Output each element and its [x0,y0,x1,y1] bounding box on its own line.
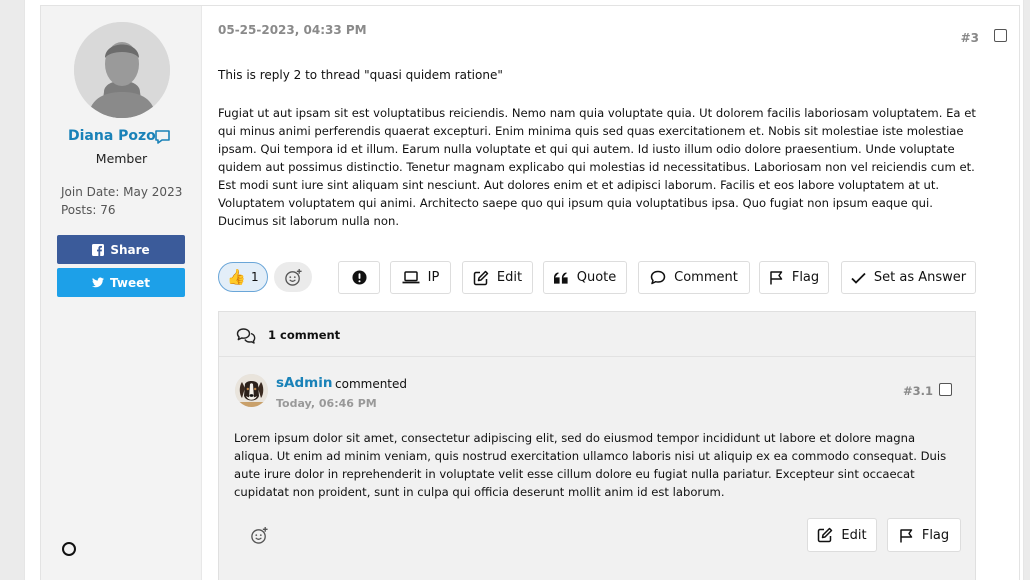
quote-button[interactable]: Quote [543,261,627,294]
author-name-link[interactable]: Diana Pozo [68,128,156,144]
author-role: Member [95,151,148,166]
comment-date: Today, 06:46 PM [276,397,377,410]
twitter-bird-icon [92,277,105,288]
share-label: Share [110,242,150,257]
author-avatar[interactable] [74,22,170,118]
laptop-icon [402,271,420,284]
check-icon [851,272,866,284]
add-reaction-button[interactable] [274,262,312,292]
facebook-icon [92,243,105,256]
ip-label: IP [427,270,440,285]
join-date: Join Date: May 2023 [61,185,183,199]
flag-icon [770,271,783,285]
chat-icon[interactable] [154,129,171,145]
post-count: Posts: 76 [61,203,116,217]
flag-icon [900,528,913,542]
edit-label: Edit [496,270,523,285]
quote-label: Quote [576,270,617,285]
set-as-answer-label: Set as Answer [873,270,967,285]
comment-select-checkbox[interactable] [939,383,952,396]
comments-count: 1 comment [268,328,341,342]
thumbs-up-icon: 👍 [227,268,247,286]
smiley-plus-icon [284,268,302,286]
comment-label: Comment [674,270,738,285]
report-button[interactable] [338,261,380,294]
comment-number-link[interactable]: #3.1 [903,384,933,398]
comment-flag-label: Flag [921,527,950,543]
ip-button[interactable]: IP [390,261,451,294]
comments-header: 1 comment [219,312,975,357]
like-count: 1 [251,270,259,284]
comment-flag-button[interactable]: Flag [887,518,961,552]
edit-icon [473,270,489,285]
dog-avatar-icon [235,374,268,407]
post-number-link[interactable]: #3 [961,31,979,45]
post-title: This is reply 2 to thread "quasi quidem … [218,68,503,82]
comment-add-reaction-button[interactable] [246,522,272,548]
comment-icon [650,270,666,285]
forum-post: Diana Pozo Member Join Date: May 2023 Po… [40,5,1020,580]
commenter-avatar[interactable] [235,374,268,407]
comment-edit-button[interactable]: Edit [807,518,877,552]
post-body: Fugiat ut aut ipsam sit est voluptatibus… [218,106,976,228]
online-status-indicator [62,542,76,556]
post-content: 05-25-2023, 04:33 PM #3 This is reply 2 … [203,6,1019,580]
quote-icon [553,271,568,284]
exclamation-circle-icon [351,270,367,285]
comment-button[interactable]: Comment [638,261,750,294]
comments-section: 1 comment sAdmin commented Today, 06:46 … [218,311,976,580]
author-panel: Diana Pozo Member Join Date: May 2023 Po… [41,6,202,580]
set-as-answer-button[interactable]: Set as Answer [841,261,976,294]
comment-edit-label: Edit [841,527,867,543]
facebook-share-button[interactable]: Share [57,235,185,264]
comments-icon [236,328,256,344]
twitter-tweet-button[interactable]: Tweet [57,268,185,297]
smiley-plus-icon [250,526,268,544]
edit-icon [818,527,833,543]
flag-button[interactable]: Flag [759,261,829,294]
flag-label: Flag [791,270,820,285]
like-reaction-button[interactable]: 👍 1 [218,262,268,292]
post-select-checkbox[interactable] [994,29,1007,42]
post-date: 05-25-2023, 04:33 PM [218,23,367,37]
tweet-label: Tweet [110,275,150,290]
comment-body: Lorem ipsum dolor sit amet, consectetur … [234,431,947,499]
comment-verb: commented [335,377,408,391]
default-user-icon [74,22,170,118]
edit-button[interactable]: Edit [462,261,533,294]
commenter-name-link[interactable]: sAdmin [276,375,332,391]
